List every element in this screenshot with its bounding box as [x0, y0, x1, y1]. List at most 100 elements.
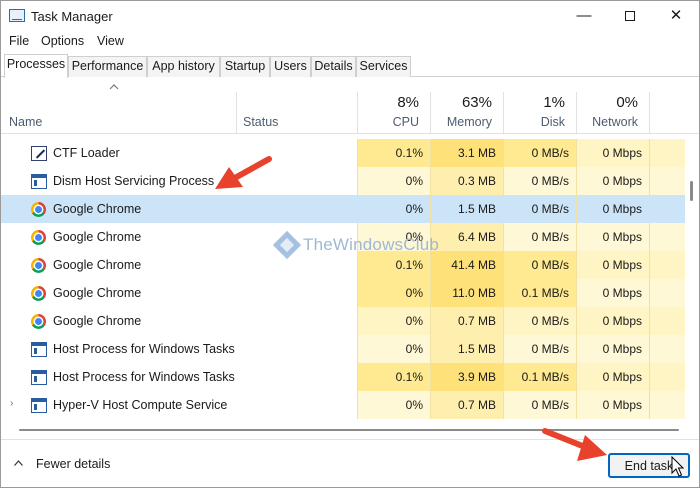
process-network: 0 Mbps — [576, 223, 649, 251]
process-disk: 0 MB/s — [503, 335, 576, 363]
pen-icon — [31, 146, 47, 161]
column-header: Name Status 8% CPU 63% Memory 1% Disk 0%… — [1, 78, 699, 134]
process-name-cell[interactable]: CTF Loader — [1, 139, 357, 167]
process-overflow-cell — [649, 391, 685, 419]
process-row[interactable]: Google Chrome 0.1% 41.4 MB 0 MB/s 0 Mbps — [1, 251, 685, 279]
chrome-icon — [31, 202, 46, 217]
process-name-cell[interactable]: Host Process for Windows Tasks — [1, 335, 357, 363]
process-name-cell[interactable]: Google Chrome — [1, 279, 357, 307]
process-memory: 0.7 MB — [430, 307, 503, 335]
vertical-scroll-thumb[interactable] — [690, 181, 693, 201]
window-title: Task Manager — [31, 9, 113, 24]
process-name-cell[interactable]: Dism Host Servicing Process — [1, 167, 357, 195]
maximize-icon — [625, 11, 635, 22]
menu-bar: File Options View — [1, 32, 699, 52]
process-memory: 0.3 MB — [430, 167, 503, 195]
process-cpu: 0.1% — [357, 363, 430, 391]
process-network: 0 Mbps — [576, 167, 649, 195]
annotation-arrow-icon — [542, 428, 607, 461]
process-name: Google Chrome — [53, 230, 142, 244]
process-cpu: 0% — [357, 167, 430, 195]
tab-services[interactable]: Services — [356, 56, 411, 77]
column-name[interactable]: Name — [9, 115, 42, 129]
process-cpu: 0.1% — [357, 139, 430, 167]
window-icon — [31, 174, 47, 189]
process-disk: 0 MB/s — [503, 195, 576, 223]
process-overflow-cell — [649, 195, 685, 223]
process-network: 0 Mbps — [576, 391, 649, 419]
tab-startup[interactable]: Startup — [220, 56, 270, 77]
process-overflow-cell — [649, 139, 685, 167]
network-label: Network — [592, 115, 638, 129]
process-name: Host Process for Windows Tasks — [53, 370, 235, 384]
tab-performance[interactable]: Performance — [68, 56, 147, 77]
process-overflow-cell — [649, 223, 685, 251]
process-network: 0 Mbps — [576, 279, 649, 307]
column-disk[interactable]: 1% Disk — [503, 78, 575, 134]
process-memory: 1.5 MB — [430, 195, 503, 223]
menu-view[interactable]: View — [97, 34, 124, 48]
process-overflow-cell — [649, 307, 685, 335]
close-button[interactable]: ✕ — [653, 1, 699, 31]
expand-chevron-icon[interactable]: › — [10, 399, 18, 409]
process-name: Dism Host Servicing Process — [53, 174, 215, 188]
process-network: 0 Mbps — [576, 307, 649, 335]
process-overflow-cell — [649, 279, 685, 307]
vertical-scrollbar[interactable] — [685, 139, 699, 421]
process-disk: 0 MB/s — [503, 307, 576, 335]
process-row[interactable]: CTF Loader 0.1% 3.1 MB 0 MB/s 0 Mbps — [1, 139, 685, 167]
process-name: Host Process for Windows Tasks — [53, 342, 235, 356]
process-row[interactable]: Host Process for Windows Tasks 0.1% 3.9 MB… — [1, 363, 685, 391]
process-row[interactable]: › Hyper-V Host Compute Service 0% 0.7 MB 0 M… — [1, 391, 685, 419]
sort-chevron-up-icon[interactable] — [109, 84, 119, 90]
process-name: Google Chrome — [53, 258, 142, 272]
tab-details[interactable]: Details — [311, 56, 356, 77]
maximize-button[interactable] — [607, 1, 653, 31]
tab-app-history[interactable]: App history — [147, 56, 220, 77]
chevron-up-icon[interactable] — [14, 460, 23, 466]
title-bar[interactable]: Task Manager — ✕ — [1, 1, 699, 31]
column-network[interactable]: 0% Network — [576, 78, 648, 134]
process-disk: 0.1 MB/s — [503, 363, 576, 391]
process-name: Google Chrome — [53, 202, 142, 216]
process-name: Google Chrome — [53, 314, 142, 328]
process-overflow-cell — [649, 363, 685, 391]
process-row[interactable]: Google Chrome 0% 0.7 MB 0 MB/s 0 Mbps — [1, 307, 685, 335]
chrome-icon — [31, 286, 46, 301]
process-name-cell[interactable]: Google Chrome — [1, 195, 357, 223]
column-memory[interactable]: 63% Memory — [430, 78, 502, 134]
disk-total-percent: 1% — [543, 94, 565, 111]
disk-label: Disk — [540, 115, 565, 129]
process-row[interactable]: Host Process for Windows Tasks 0% 1.5 MB 0 … — [1, 335, 685, 363]
menu-options[interactable]: Options — [41, 34, 84, 48]
process-row[interactable]: Google Chrome 0% 11.0 MB 0.1 MB/s 0 Mbps — [1, 279, 685, 307]
process-row[interactable]: Google Chrome 0% 1.5 MB 0 MB/s 0 Mbps — [1, 195, 685, 223]
process-cpu: 0% — [357, 335, 430, 363]
mouse-cursor-icon — [671, 456, 684, 477]
tab-processes[interactable]: Processes — [4, 54, 68, 78]
process-cpu: 0.1% — [357, 251, 430, 279]
minimize-button[interactable]: — — [561, 1, 607, 31]
process-row[interactable]: Dism Host Servicing Process 0% 0.3 MB 0 MB/… — [1, 167, 685, 195]
column-cpu[interactable]: 8% CPU — [357, 78, 429, 134]
column-status[interactable]: Status — [243, 115, 278, 129]
process-disk: 0 MB/s — [503, 167, 576, 195]
window-icon — [31, 342, 47, 357]
tab-users[interactable]: Users — [270, 56, 311, 77]
process-name-cell[interactable]: Google Chrome — [1, 251, 357, 279]
memory-label: Memory — [446, 115, 492, 129]
process-name-cell[interactable]: Google Chrome — [1, 307, 357, 335]
process-overflow-cell — [649, 335, 685, 363]
process-network: 0 Mbps — [576, 363, 649, 391]
process-name-cell[interactable]: › Hyper-V Host Compute Service — [1, 391, 357, 419]
process-network: 0 Mbps — [576, 335, 649, 363]
chrome-icon — [31, 230, 46, 245]
fewer-details-link[interactable]: Fewer details — [36, 457, 110, 471]
process-cpu: 0% — [357, 307, 430, 335]
tab-strip: Processes Performance App history Startu… — [1, 54, 699, 78]
process-name: Google Chrome — [53, 286, 142, 300]
process-cpu: 0% — [357, 279, 430, 307]
process-name-cell[interactable]: Host Process for Windows Tasks — [1, 363, 357, 391]
process-name: CTF Loader — [53, 146, 120, 160]
menu-file[interactable]: File — [9, 34, 29, 48]
